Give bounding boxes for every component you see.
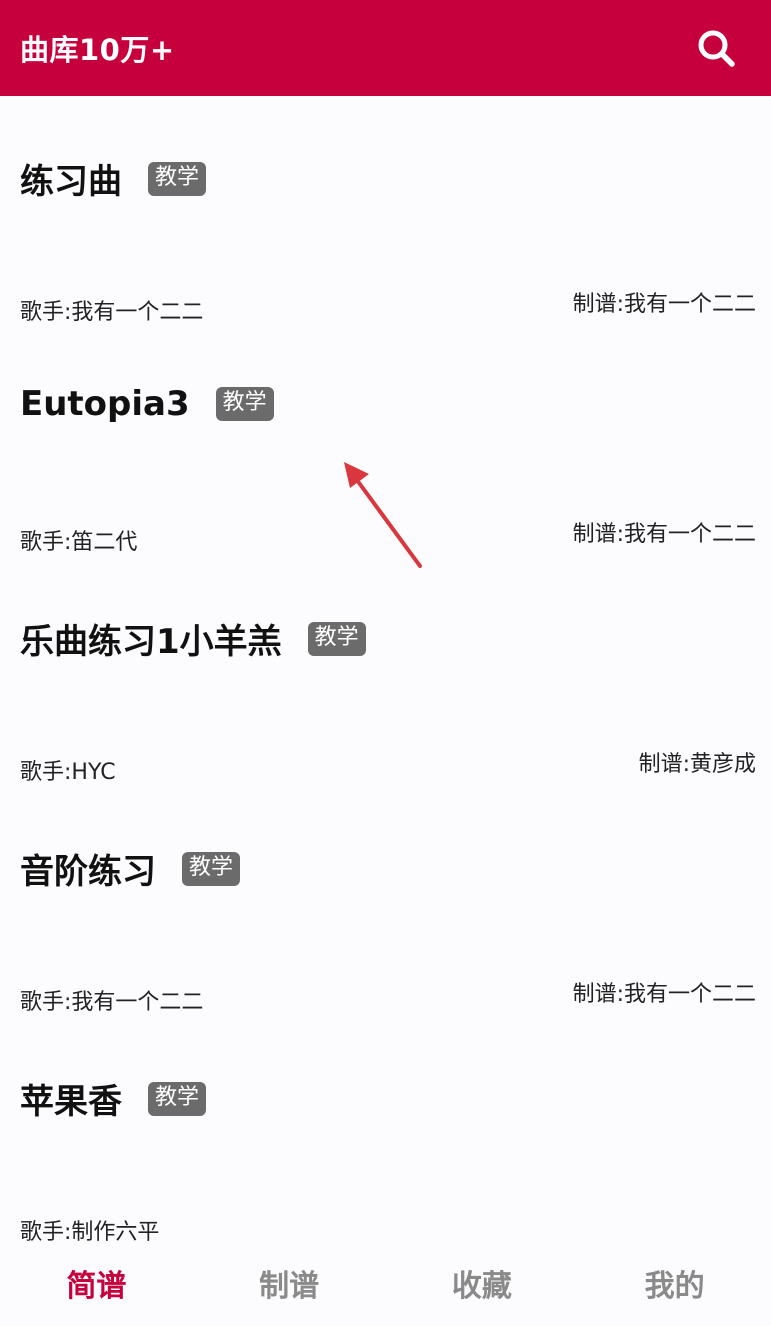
tag-badge: 教学 [182, 851, 241, 886]
top-app-bar: 曲库10万+ [0, 0, 771, 96]
singer-text: 歌手:笛二代 [20, 530, 138, 555]
tag-badge: 教学 [215, 387, 274, 421]
song-head: 练习曲 教学 [20, 154, 207, 203]
list-item[interactable]: 音阶练习 教学 歌手:我有一个二二 制谱:我有一个二二 [0, 786, 771, 1016]
singer-text: 歌手:我有一个二二 [20, 990, 204, 1015]
song-title: 乐曲练习1小羊羔 [20, 622, 282, 662]
tag-badge: 教学 [148, 1081, 207, 1116]
arranger-text: 制谱:我有一个二二 [572, 292, 756, 317]
song-list: 练习曲 教学 歌手:我有一个二二 制谱:我有一个二二 Eutopia3 教学 歌… [0, 96, 771, 1246]
tag-badge: 教学 [307, 621, 366, 656]
search-button[interactable] [693, 25, 739, 71]
song-title: Eutopia3 [20, 384, 190, 424]
search-icon [698, 30, 735, 67]
singer-text: 歌手:制作六平 [20, 1220, 160, 1245]
song-title: 练习曲 [20, 162, 122, 202]
arranger-text: 制谱:我有一个二二 [572, 982, 756, 1007]
arranger-text: 制谱:黄彦成 [638, 752, 756, 777]
tag-badge: 教学 [148, 161, 207, 196]
singer-text: 歌手:HYC [20, 760, 116, 785]
song-title: 苹果香 [20, 1082, 122, 1122]
song-head: 苹果香 教学 [20, 1074, 207, 1123]
song-head: 音阶练习 教学 [20, 844, 241, 893]
page-title: 曲库10万+ [20, 33, 175, 67]
song-head: 乐曲练习1小羊羔 教学 [20, 614, 366, 663]
tab-favorites[interactable]: 收藏 [386, 1246, 579, 1326]
song-title: 音阶练习 [20, 852, 156, 892]
list-item[interactable]: 乐曲练习1小羊羔 教学 歌手:HYC 制谱:黄彦成 [0, 556, 771, 786]
list-item[interactable]: 苹果香 教学 歌手:制作六平 [0, 1016, 771, 1246]
arranger-text: 制谱:我有一个二二 [572, 522, 756, 547]
tab-jianpu[interactable]: 简谱 [0, 1246, 193, 1326]
tab-mine[interactable]: 我的 [578, 1246, 771, 1326]
bottom-navigation: 简谱 制谱 收藏 我的 [0, 1246, 771, 1326]
song-head: Eutopia3 教学 [20, 384, 274, 424]
list-item[interactable]: Eutopia3 教学 歌手:笛二代 制谱:我有一个二二 [0, 326, 771, 556]
app-root: 曲库10万+ 练习曲 教学 歌手:我有一个二二 制谱:我有一个二二 Eutopi… [0, 0, 771, 1326]
singer-text: 歌手:我有一个二二 [20, 300, 204, 325]
tab-make-score[interactable]: 制谱 [193, 1246, 386, 1326]
list-item[interactable]: 练习曲 教学 歌手:我有一个二二 制谱:我有一个二二 [0, 96, 771, 326]
